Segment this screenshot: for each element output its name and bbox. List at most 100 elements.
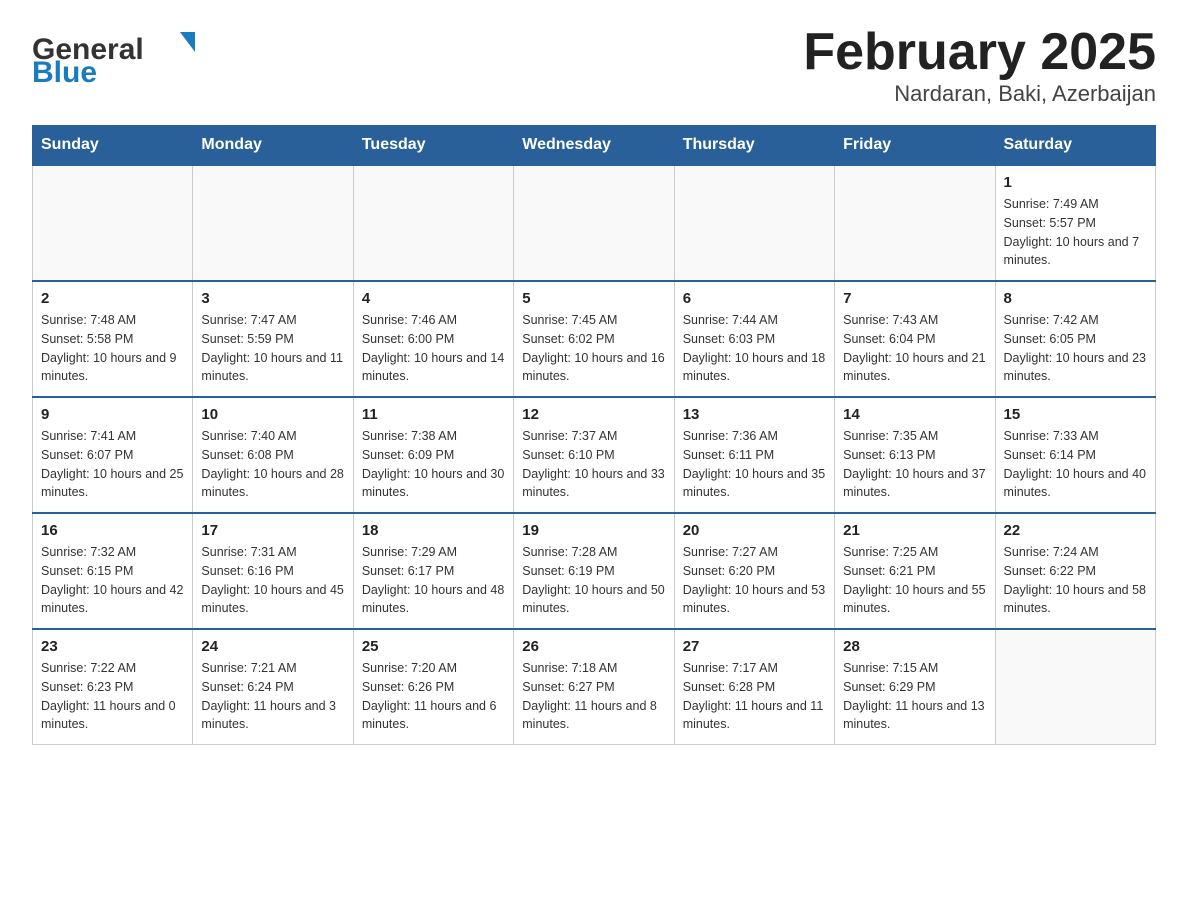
header-cell-monday: Monday: [193, 126, 353, 166]
week-row-5: 23Sunrise: 7:22 AM Sunset: 6:23 PM Dayli…: [33, 629, 1156, 745]
day-info: Sunrise: 7:15 AM Sunset: 6:29 PM Dayligh…: [843, 659, 986, 734]
day-info: Sunrise: 7:21 AM Sunset: 6:24 PM Dayligh…: [201, 659, 344, 734]
day-info: Sunrise: 7:35 AM Sunset: 6:13 PM Dayligh…: [843, 427, 986, 502]
day-cell: [674, 165, 834, 281]
day-number: 12: [522, 406, 665, 423]
day-cell: 8 Sunrise: 7:42 AM Sunset: 6:05 PM Daylig…: [995, 281, 1155, 397]
day-cell: 17 Sunrise: 7:31 AM Sunset: 6:16 PM Dayli…: [193, 513, 353, 629]
day-cell: 22 Sunrise: 7:24 AM Sunset: 6:22 PM Dayli…: [995, 513, 1155, 629]
day-cell: 25 Sunrise: 7:20 AM Sunset: 6:26 PM Dayli…: [353, 629, 513, 745]
day-number: 14: [843, 406, 986, 423]
day-info: Sunrise: 7:18 AM Sunset: 6:27 PM Dayligh…: [522, 659, 665, 734]
day-info: Sunrise: 7:42 AM Sunset: 6:05 PM Dayligh…: [1004, 311, 1147, 386]
calendar-table: SundayMondayTuesdayWednesdayThursdayFrid…: [32, 125, 1156, 745]
header-row: SundayMondayTuesdayWednesdayThursdayFrid…: [33, 126, 1156, 166]
day-number: 26: [522, 638, 665, 655]
svg-text:Blue: Blue: [32, 56, 97, 84]
day-info: Sunrise: 7:47 AM Sunset: 5:59 PM Dayligh…: [201, 311, 344, 386]
calendar-header: SundayMondayTuesdayWednesdayThursdayFrid…: [33, 126, 1156, 166]
header-cell-wednesday: Wednesday: [514, 126, 674, 166]
day-cell: 11 Sunrise: 7:38 AM Sunset: 6:09 PM Dayli…: [353, 397, 513, 513]
day-number: 27: [683, 638, 826, 655]
day-cell: 16 Sunrise: 7:32 AM Sunset: 6:15 PM Dayli…: [33, 513, 193, 629]
day-cell: 28 Sunrise: 7:15 AM Sunset: 6:29 PM Dayli…: [835, 629, 995, 745]
day-cell: 4 Sunrise: 7:46 AM Sunset: 6:00 PM Daylig…: [353, 281, 513, 397]
day-info: Sunrise: 7:32 AM Sunset: 6:15 PM Dayligh…: [41, 543, 184, 618]
day-info: Sunrise: 7:29 AM Sunset: 6:17 PM Dayligh…: [362, 543, 505, 618]
day-number: 19: [522, 522, 665, 539]
week-row-1: 1Sunrise: 7:49 AM Sunset: 5:57 PM Daylig…: [33, 165, 1156, 281]
day-number: 6: [683, 290, 826, 307]
day-number: 13: [683, 406, 826, 423]
day-info: Sunrise: 7:49 AM Sunset: 5:57 PM Dayligh…: [1004, 195, 1147, 270]
day-cell: 14 Sunrise: 7:35 AM Sunset: 6:13 PM Dayli…: [835, 397, 995, 513]
day-cell: 13 Sunrise: 7:36 AM Sunset: 6:11 PM Dayli…: [674, 397, 834, 513]
day-number: 18: [362, 522, 505, 539]
day-cell: 7 Sunrise: 7:43 AM Sunset: 6:04 PM Daylig…: [835, 281, 995, 397]
header-cell-sunday: Sunday: [33, 126, 193, 166]
day-number: 8: [1004, 290, 1147, 307]
header-cell-saturday: Saturday: [995, 126, 1155, 166]
day-cell: 2Sunrise: 7:48 AM Sunset: 5:58 PM Daylig…: [33, 281, 193, 397]
day-number: 3: [201, 290, 344, 307]
day-number: 16: [41, 522, 184, 539]
day-info: Sunrise: 7:45 AM Sunset: 6:02 PM Dayligh…: [522, 311, 665, 386]
day-number: 15: [1004, 406, 1147, 423]
page-title: February 2025: [803, 24, 1156, 81]
day-number: 23: [41, 638, 184, 655]
day-info: Sunrise: 7:38 AM Sunset: 6:09 PM Dayligh…: [362, 427, 505, 502]
day-cell: 26 Sunrise: 7:18 AM Sunset: 6:27 PM Dayli…: [514, 629, 674, 745]
day-info: Sunrise: 7:43 AM Sunset: 6:04 PM Dayligh…: [843, 311, 986, 386]
day-number: 10: [201, 406, 344, 423]
day-cell: 12 Sunrise: 7:37 AM Sunset: 6:10 PM Dayli…: [514, 397, 674, 513]
day-cell: 9 Sunrise: 7:41 AM Sunset: 6:07 PM Daylig…: [33, 397, 193, 513]
day-number: 9: [41, 406, 184, 423]
day-info: Sunrise: 7:17 AM Sunset: 6:28 PM Dayligh…: [683, 659, 826, 734]
week-row-2: 2Sunrise: 7:48 AM Sunset: 5:58 PM Daylig…: [33, 281, 1156, 397]
day-info: Sunrise: 7:46 AM Sunset: 6:00 PM Dayligh…: [362, 311, 505, 386]
day-number: 25: [362, 638, 505, 655]
day-cell: 21 Sunrise: 7:25 AM Sunset: 6:21 PM Dayli…: [835, 513, 995, 629]
day-info: Sunrise: 7:41 AM Sunset: 6:07 PM Dayligh…: [41, 427, 184, 502]
day-number: 11: [362, 406, 505, 423]
day-cell: 3 Sunrise: 7:47 AM Sunset: 5:59 PM Daylig…: [193, 281, 353, 397]
day-info: Sunrise: 7:27 AM Sunset: 6:20 PM Dayligh…: [683, 543, 826, 618]
day-number: 2: [41, 290, 184, 307]
day-cell: 15 Sunrise: 7:33 AM Sunset: 6:14 PM Dayli…: [995, 397, 1155, 513]
day-info: Sunrise: 7:25 AM Sunset: 6:21 PM Dayligh…: [843, 543, 986, 618]
day-info: Sunrise: 7:24 AM Sunset: 6:22 PM Dayligh…: [1004, 543, 1147, 618]
day-cell: 1Sunrise: 7:49 AM Sunset: 5:57 PM Daylig…: [995, 165, 1155, 281]
day-number: 28: [843, 638, 986, 655]
day-cell: [193, 165, 353, 281]
header-cell-thursday: Thursday: [674, 126, 834, 166]
day-cell: 23Sunrise: 7:22 AM Sunset: 6:23 PM Dayli…: [33, 629, 193, 745]
day-info: Sunrise: 7:37 AM Sunset: 6:10 PM Dayligh…: [522, 427, 665, 502]
day-info: Sunrise: 7:44 AM Sunset: 6:03 PM Dayligh…: [683, 311, 826, 386]
day-info: Sunrise: 7:28 AM Sunset: 6:19 PM Dayligh…: [522, 543, 665, 618]
day-number: 17: [201, 522, 344, 539]
day-cell: 5Sunrise: 7:45 AM Sunset: 6:02 PM Daylig…: [514, 281, 674, 397]
day-cell: 6 Sunrise: 7:44 AM Sunset: 6:03 PM Daylig…: [674, 281, 834, 397]
title-block: February 2025 Nardaran, Baki, Azerbaijan: [803, 24, 1156, 107]
day-number: 22: [1004, 522, 1147, 539]
day-cell: 18 Sunrise: 7:29 AM Sunset: 6:17 PM Dayli…: [353, 513, 513, 629]
calendar-body: 1Sunrise: 7:49 AM Sunset: 5:57 PM Daylig…: [33, 165, 1156, 745]
week-row-4: 16 Sunrise: 7:32 AM Sunset: 6:15 PM Dayli…: [33, 513, 1156, 629]
day-number: 21: [843, 522, 986, 539]
day-cell: 19 Sunrise: 7:28 AM Sunset: 6:19 PM Dayli…: [514, 513, 674, 629]
day-info: Sunrise: 7:20 AM Sunset: 6:26 PM Dayligh…: [362, 659, 505, 734]
day-info: Sunrise: 7:36 AM Sunset: 6:11 PM Dayligh…: [683, 427, 826, 502]
day-cell: 24 Sunrise: 7:21 AM Sunset: 6:24 PM Dayli…: [193, 629, 353, 745]
day-cell: [33, 165, 193, 281]
day-number: 7: [843, 290, 986, 307]
day-cell: [353, 165, 513, 281]
day-number: 4: [362, 290, 505, 307]
day-number: 24: [201, 638, 344, 655]
day-number: 20: [683, 522, 826, 539]
day-cell: 10Sunrise: 7:40 AM Sunset: 6:08 PM Dayli…: [193, 397, 353, 513]
day-cell: 27 Sunrise: 7:17 AM Sunset: 6:28 PM Dayli…: [674, 629, 834, 745]
day-info: Sunrise: 7:31 AM Sunset: 6:16 PM Dayligh…: [201, 543, 344, 618]
day-cell: 20 Sunrise: 7:27 AM Sunset: 6:20 PM Dayli…: [674, 513, 834, 629]
day-info: Sunrise: 7:33 AM Sunset: 6:14 PM Dayligh…: [1004, 427, 1147, 502]
header-cell-friday: Friday: [835, 126, 995, 166]
